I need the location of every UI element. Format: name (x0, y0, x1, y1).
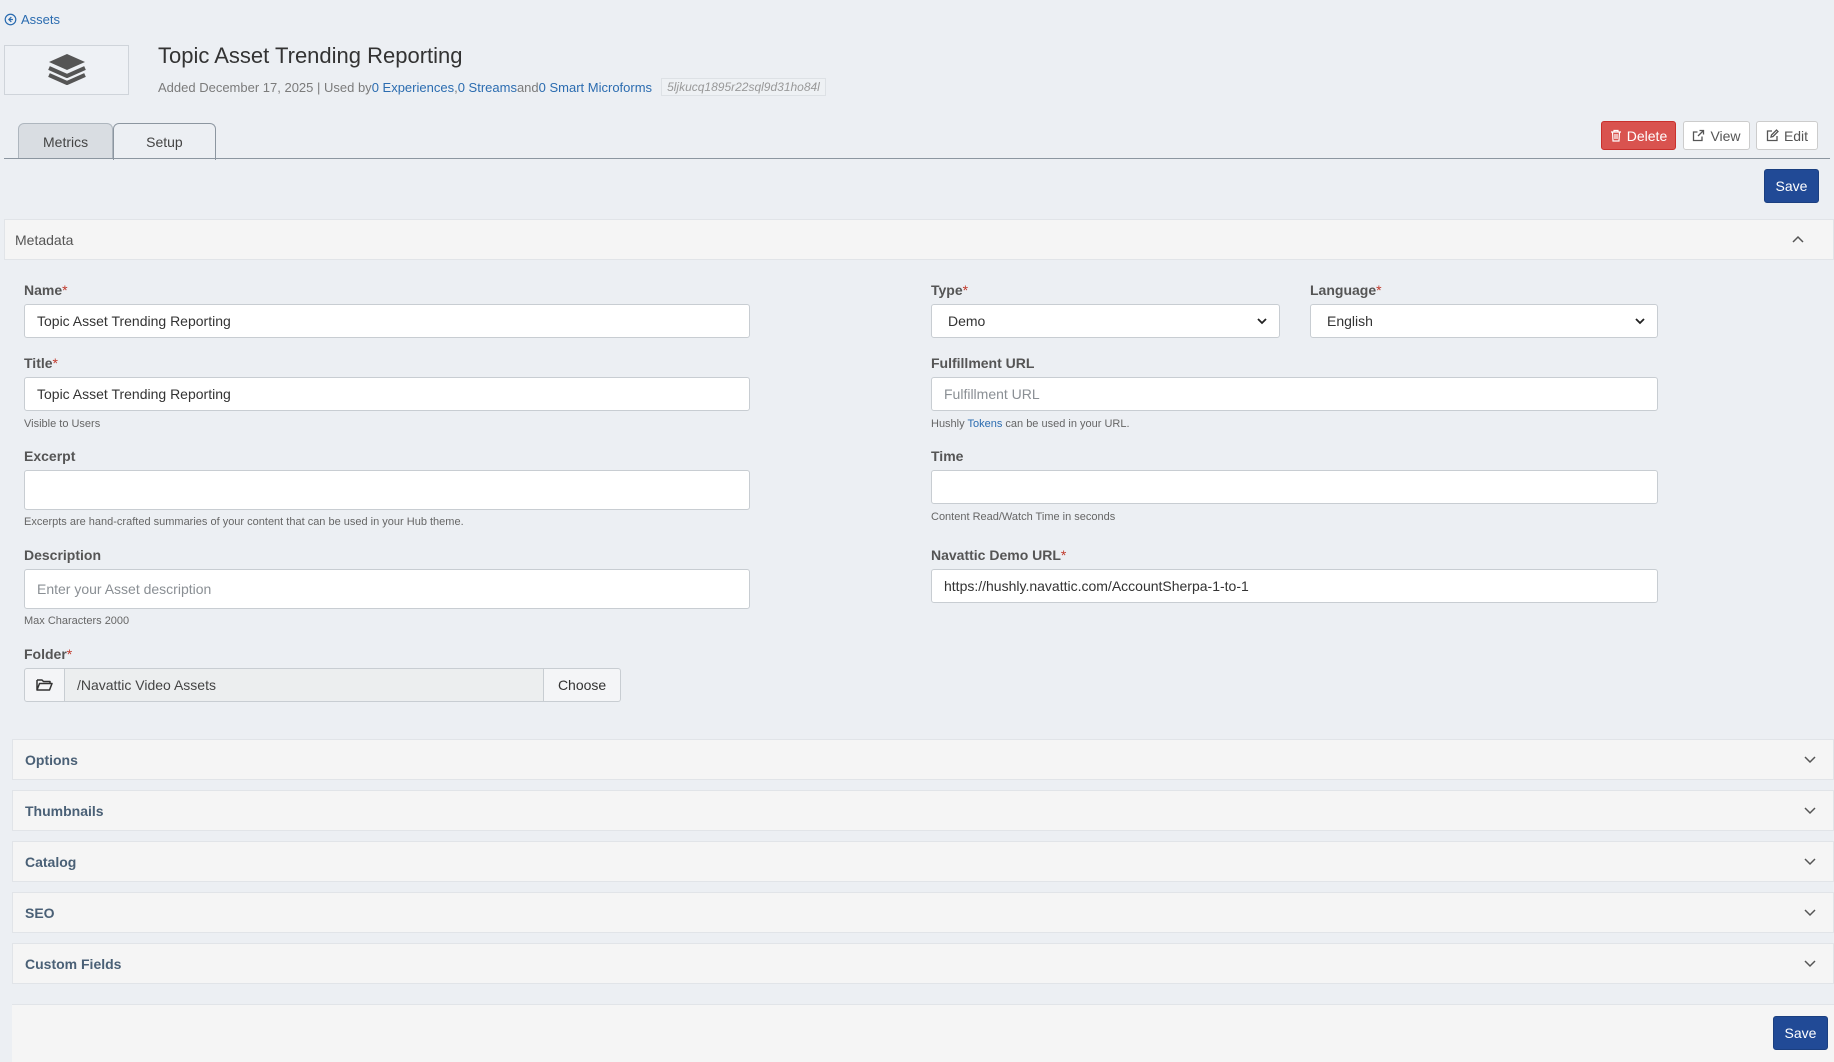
delete-label: Delete (1626, 127, 1668, 144)
section-thumbnails-label: Thumbnails (25, 802, 104, 819)
view-label: View (1710, 127, 1741, 144)
section-catalog-label: Catalog (25, 853, 77, 870)
description-label: Description (24, 547, 102, 563)
and-text: and (516, 79, 539, 95)
title-input[interactable]: Topic Asset Trending Reporting (24, 377, 750, 411)
section-options[interactable]: Options (12, 739, 1834, 780)
asset-meta-line: Added December 17, 2025 | Used by 0 Expe… (158, 78, 826, 96)
added-text: Added December 17, 2025 | Used by (158, 79, 372, 95)
fulfillment-url-help: Hushly Tokens can be used in your URL. (931, 418, 1130, 430)
metadata-heading: Metadata (15, 231, 74, 248)
excerpt-help: Excerpts are hand-crafted summaries of y… (24, 516, 464, 528)
edit-button[interactable]: Edit (1756, 121, 1818, 150)
section-options-label: Options (25, 751, 78, 768)
layers-icon (47, 54, 86, 85)
language-selected-value: English (1327, 313, 1373, 329)
tab-setup[interactable]: Setup (113, 123, 216, 160)
section-thumbnails[interactable]: Thumbnails (12, 790, 1834, 831)
chevron-up-icon (1792, 235, 1804, 243)
folder-label: Folder* (24, 646, 73, 662)
back-link-label: Assets (21, 12, 61, 27)
section-custom-fields-label: Custom Fields (25, 955, 122, 972)
language-select[interactable]: English (1310, 304, 1658, 338)
tab-bar: Metrics Setup (18, 123, 216, 160)
folder-path-field: /Navattic Video Assets (64, 668, 545, 702)
metadata-panel-header[interactable]: Metadata (4, 219, 1834, 260)
asset-type-icon-box (4, 45, 129, 95)
streams-link[interactable]: 0 Streams (458, 80, 517, 95)
arrow-circle-left-icon (4, 13, 17, 26)
chevron-down-icon (1257, 318, 1267, 325)
fulfillment-url-input[interactable]: Fulfillment URL (931, 377, 1658, 411)
tab-divider (4, 158, 1830, 159)
external-link-icon (1693, 129, 1705, 142)
type-select[interactable]: Demo (931, 304, 1280, 338)
name-label: Name* (24, 282, 68, 298)
chevron-down-icon (1804, 909, 1816, 917)
tokens-link[interactable]: Tokens (967, 418, 1002, 430)
type-label: Type* (931, 282, 969, 298)
time-label: Time (931, 448, 964, 464)
delete-button[interactable]: Delete (1601, 121, 1676, 150)
asset-id-badge: 5ljkucq1895r22sql9d31ho84l (661, 78, 826, 96)
chevron-down-icon (1804, 807, 1816, 815)
section-catalog[interactable]: Catalog (12, 841, 1834, 882)
trash-icon (1610, 129, 1621, 142)
excerpt-label: Excerpt (24, 448, 76, 464)
footer-bar (12, 1004, 1834, 1062)
chevron-down-icon (1635, 318, 1645, 325)
page-title: Topic Asset Trending Reporting (158, 43, 463, 68)
description-input[interactable]: Enter your Asset description (24, 569, 750, 609)
navattic-url-input[interactable]: https://hushly.navattic.com/AccountSherp… (931, 569, 1658, 603)
chevron-down-icon (1804, 858, 1816, 866)
name-input[interactable]: Topic Asset Trending Reporting (24, 304, 750, 338)
chevron-down-icon (1804, 960, 1816, 968)
description-help: Max Characters 2000 (24, 615, 130, 627)
chevron-down-icon (1804, 756, 1816, 764)
title-label: Title* (24, 355, 58, 371)
edit-label: Edit (1783, 127, 1809, 144)
back-to-assets-link[interactable]: Assets (4, 12, 60, 27)
microforms-link[interactable]: 0 Smart Microforms (539, 80, 652, 95)
section-custom-fields[interactable]: Custom Fields (12, 943, 1834, 984)
section-seo-label: SEO (25, 904, 55, 921)
time-input[interactable] (931, 470, 1658, 504)
tab-metrics[interactable]: Metrics (18, 123, 114, 159)
title-help: Visible to Users (24, 418, 101, 430)
section-seo[interactable]: SEO (12, 892, 1834, 933)
type-selected-value: Demo (948, 313, 986, 329)
save-button-top[interactable]: Save (1764, 169, 1819, 203)
navattic-url-label: Navattic Demo URL* (931, 547, 1067, 563)
folder-picker: /Navattic Video Assets Choose (24, 668, 621, 702)
language-label: Language* (1310, 282, 1382, 298)
time-help: Content Read/Watch Time in seconds (931, 511, 1116, 523)
choose-folder-button[interactable]: Choose (544, 668, 621, 702)
folder-open-icon (36, 679, 53, 691)
experiences-link[interactable]: 0 Experiences (372, 80, 454, 95)
edit-icon (1766, 129, 1779, 142)
fulfillment-url-label: Fulfillment URL (931, 355, 1035, 371)
folder-browse-button[interactable] (24, 668, 65, 702)
view-button[interactable]: View (1683, 121, 1750, 150)
excerpt-input[interactable] (24, 470, 750, 510)
save-button-bottom[interactable]: Save (1773, 1016, 1828, 1050)
